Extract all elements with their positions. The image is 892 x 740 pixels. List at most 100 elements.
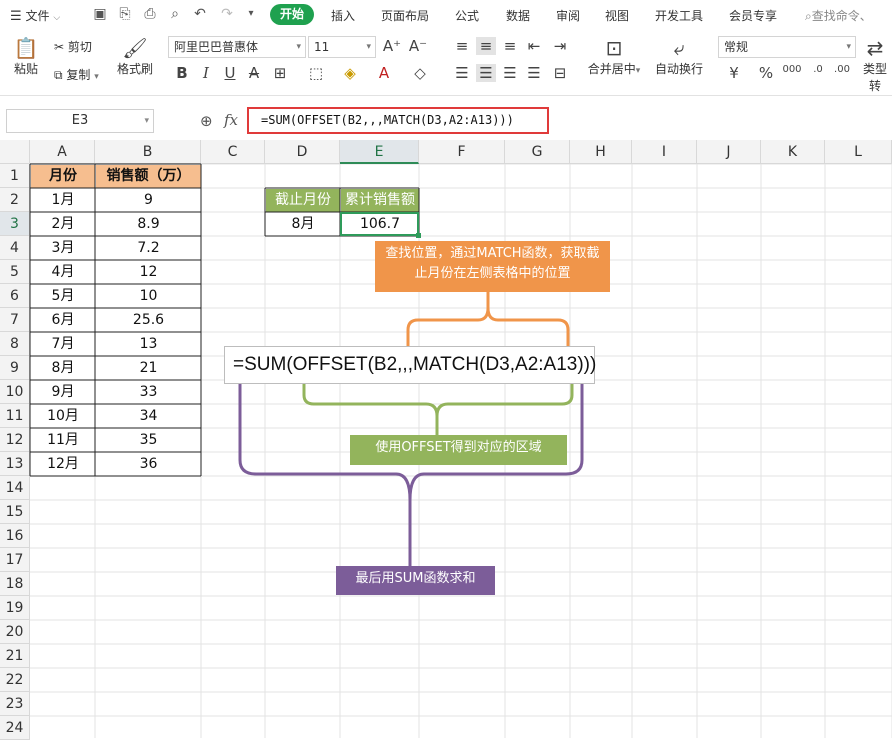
percent-icon[interactable]: % [756,64,776,82]
underline-icon[interactable]: U [220,64,240,82]
justify-icon[interactable]: ☰ [524,64,544,82]
print-preview-icon[interactable]: ⌕ [167,6,183,22]
column-header-h[interactable]: H [570,140,632,164]
row-header-9[interactable]: 9 [0,356,30,380]
zoom-icon[interactable]: ⊕ [200,112,213,130]
formula-input[interactable]: =SUM(OFFSET(B2,,,MATCH(D3,A2:A13))) [247,107,549,134]
column-header-k[interactable]: K [761,140,825,164]
border-icon[interactable]: ⊞ [270,64,290,82]
column-header-b[interactable]: B [95,140,201,164]
copy-button[interactable]: ⧉ 复制 ▾ [54,66,99,83]
customize-toolbar-icon[interactable]: ▾ [243,6,259,22]
table-cell-month[interactable]: 1月 [31,189,95,212]
table-cell-sales[interactable]: 36 [96,453,201,476]
table-cell-month[interactable]: 4月 [31,261,95,284]
decrease-font-icon[interactable]: A⁻ [408,37,428,55]
table-cell-month[interactable]: 2月 [31,213,95,236]
row-header-20[interactable]: 20 [0,620,30,644]
row-header-12[interactable]: 12 [0,428,30,452]
table-cell-sales[interactable]: 21 [96,357,201,380]
row-header-23[interactable]: 23 [0,692,30,716]
table-cell-month[interactable]: 11月 [31,429,95,452]
format-painter-button[interactable]: 🖌 格式刷 [114,36,156,77]
tab-review[interactable]: 审阅 [556,7,580,24]
column-header-g[interactable]: G [505,140,570,164]
row-header-4[interactable]: 4 [0,236,30,260]
tab-developer[interactable]: 开发工具 [655,7,703,24]
row-header-17[interactable]: 17 [0,548,30,572]
tab-insert[interactable]: 插入 [331,7,355,24]
column-header-e[interactable]: E [340,140,419,164]
row-header-11[interactable]: 11 [0,404,30,428]
table-cell-sales[interactable]: 12 [96,261,201,284]
font-color-icon[interactable]: A [374,64,394,82]
column-header-a[interactable]: A [30,140,95,164]
eraser-icon[interactable]: ◇ [410,64,430,82]
strikethrough-icon[interactable]: A [244,64,264,82]
indent-increase-icon[interactable]: ⇥ [550,37,570,55]
increase-decimal-icon[interactable]: .0 [808,64,828,75]
row-header-21[interactable]: 21 [0,644,30,668]
column-header-d[interactable]: D [265,140,340,164]
tab-view[interactable]: 视图 [605,7,629,24]
column-header-i[interactable]: I [632,140,697,164]
print-icon[interactable]: ⎙ [142,6,158,22]
italic-icon[interactable]: I [196,64,216,82]
table-cell-month[interactable]: 7月 [31,333,95,356]
row-header-8[interactable]: 8 [0,332,30,356]
row-header-5[interactable]: 5 [0,260,30,284]
undo-icon[interactable]: ↶ [192,6,208,22]
table-cell-month[interactable]: 5月 [31,285,95,308]
cell-a1-header[interactable]: 月份 [31,165,95,188]
select-all-corner[interactable] [0,140,30,164]
table-cell-sales[interactable]: 10 [96,285,201,308]
column-header-j[interactable]: J [697,140,761,164]
cell-e2-header[interactable]: 累计销售额 [341,189,419,212]
row-header-1[interactable]: 1 [0,164,30,188]
align-middle-icon[interactable]: ≡ [476,37,496,55]
table-cell-sales[interactable]: 25.6 [96,309,201,332]
table-cell-sales[interactable]: 13 [96,333,201,356]
row-header-13[interactable]: 13 [0,452,30,476]
paste-button[interactable]: 📋 粘贴 [8,36,44,77]
type-convert-button[interactable]: ⇄ 类型转 [858,36,892,94]
save-icon[interactable]: ▣ [92,6,108,22]
align-top-icon[interactable]: ≡ [452,37,472,55]
command-search[interactable]: ⌕查找命令、 [805,7,872,24]
cell-d2-header[interactable]: 截止月份 [266,189,340,212]
row-header-14[interactable]: 14 [0,476,30,500]
tab-data[interactable]: 数据 [506,7,530,24]
tab-home[interactable]: 开始 [270,4,314,25]
row-header-7[interactable]: 7 [0,308,30,332]
wrap-text-button[interactable]: ⤶ 自动换行 [652,36,706,77]
row-header-16[interactable]: 16 [0,524,30,548]
tab-formulas[interactable]: 公式 [455,7,479,24]
table-cell-sales[interactable]: 7.2 [96,237,201,260]
export-pdf-icon[interactable]: ⎘ [117,6,133,22]
row-header-18[interactable]: 18 [0,572,30,596]
name-box[interactable]: E3 ▾ [6,109,154,133]
cut-button[interactable]: ✂ 剪切 [54,38,92,55]
table-cell-sales[interactable]: 8.9 [96,213,201,236]
row-header-15[interactable]: 15 [0,500,30,524]
table-cell-sales[interactable]: 35 [96,429,201,452]
increase-font-icon[interactable]: A⁺ [382,37,402,55]
currency-icon[interactable]: ¥ [724,64,744,82]
merge-center-button[interactable]: ⊡ 合并居中▾ [583,36,645,77]
row-header-22[interactable]: 22 [0,668,30,692]
column-header-c[interactable]: C [201,140,265,164]
table-cell-sales[interactable]: 9 [96,189,201,212]
bold-icon[interactable]: B [172,64,192,82]
number-format-select[interactable]: 常规 ▾ [718,36,856,58]
row-header-19[interactable]: 19 [0,596,30,620]
table-cell-month[interactable]: 3月 [31,237,95,260]
align-right-icon[interactable]: ☰ [500,64,520,82]
thousands-separator-icon[interactable]: 000 [782,64,802,75]
font-size-select[interactable]: 11 ▾ [308,36,376,58]
table-cell-sales[interactable]: 34 [96,405,201,428]
tab-page-layout[interactable]: 页面布局 [381,7,429,24]
align-center-icon[interactable]: ☰ [476,64,496,82]
decrease-decimal-icon[interactable]: .00 [832,64,852,75]
row-header-3[interactable]: 3 [0,212,30,236]
row-header-24[interactable]: 24 [0,716,30,740]
